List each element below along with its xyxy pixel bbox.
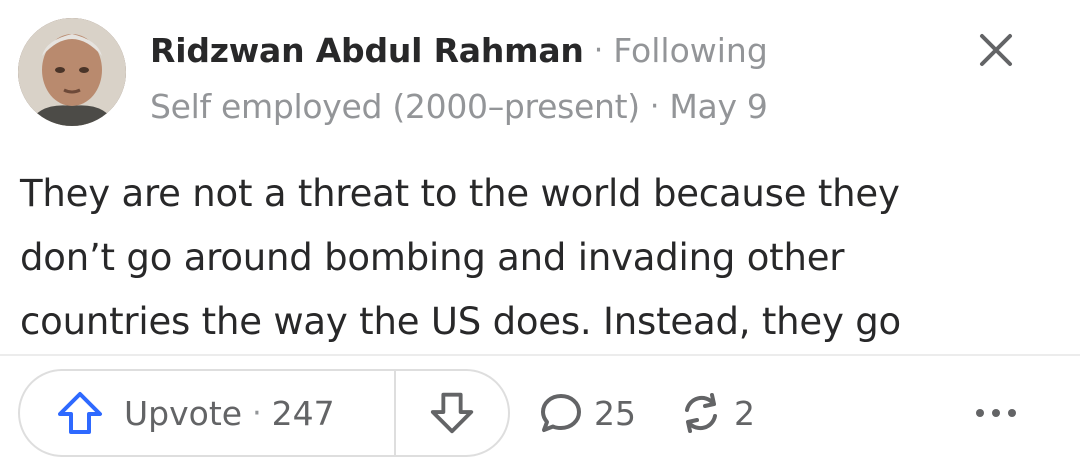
vote-pill: Upvote · 247 [18,369,510,457]
avatar-photo [18,18,126,126]
separator-dot: · [649,88,660,124]
comments-button[interactable]: 25 [536,385,636,441]
more-options-button[interactable] [966,388,1026,438]
more-dots-icon [992,409,1000,417]
post-date[interactable]: May 9 [669,87,768,126]
upvote-button[interactable]: Upvote · 247 [20,371,394,455]
downvote-button[interactable] [396,371,508,455]
post-header: Ridzwan Abdul Rahman · Following Self em… [0,0,1080,145]
post-body-line: They are not a threat to the world becau… [20,172,900,215]
more-dots-icon [976,409,984,417]
close-button[interactable] [972,26,1020,74]
post-body-line: countries the way the US does. Instead, … [20,300,901,343]
author-credential[interactable]: Self employed (2000–present) [150,87,640,126]
follow-status[interactable]: Following [613,31,768,70]
separator-dot: · [593,32,604,68]
arrow-up-icon [58,392,102,434]
separator-dot: · [252,395,262,431]
meta-line: Self employed (2000–present) · May 9 [150,83,768,129]
close-icon [980,34,1012,66]
author-name[interactable]: Ridzwan Abdul Rahman [150,31,584,70]
share-cycle-icon [685,393,717,433]
avatar[interactable] [18,18,126,126]
arrow-down-icon [430,392,474,434]
divider [0,354,1080,356]
post-body[interactable]: They are not a threat to the world becau… [20,162,1060,354]
comment-count: 25 [594,393,636,433]
share-count: 2 [734,393,755,433]
share-button[interactable]: 2 [676,385,755,441]
comment-bubble-icon [541,394,581,432]
upvote-count: 247 [271,393,335,433]
more-dots-icon [1008,409,1016,417]
upvote-label: Upvote [124,393,243,433]
post-body-line: don’t go around bombing and invading oth… [20,236,845,279]
author-line: Ridzwan Abdul Rahman · Following [150,27,768,73]
